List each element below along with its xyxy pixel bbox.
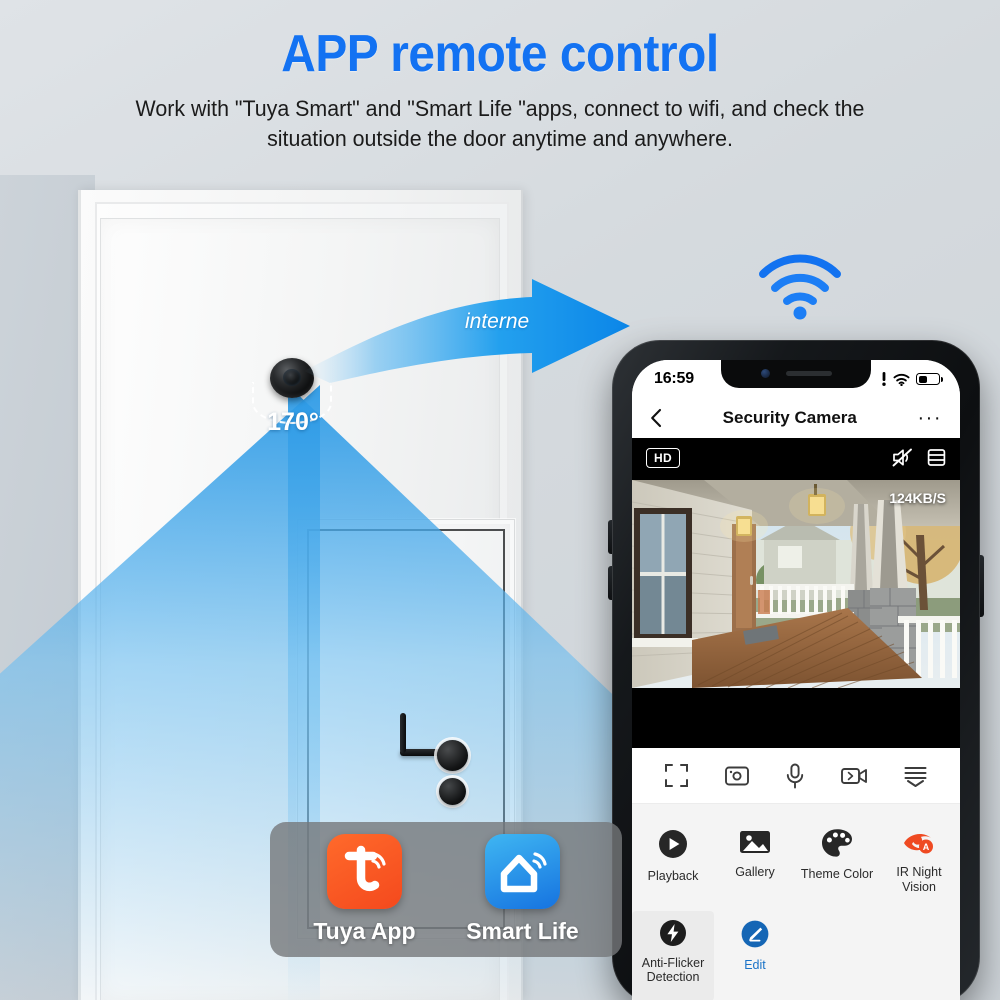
video-control-toolbar: [632, 748, 960, 804]
pencil-edit-icon: [741, 920, 769, 947]
signal-alert-icon: [882, 372, 886, 386]
power-button[interactable]: [980, 555, 984, 617]
more-options-icon[interactable]: ···: [918, 408, 942, 428]
volume-up-button[interactable]: [608, 520, 612, 554]
night-vision-icon: A: [904, 833, 933, 854]
palette-icon: [822, 829, 852, 857]
volume-down-button[interactable]: [608, 566, 612, 600]
deadbolt-lock: [439, 778, 466, 805]
tuya-app-label: Tuya App: [313, 918, 416, 944]
svg-text:A: A: [923, 842, 930, 852]
fullscreen-icon[interactable]: [664, 763, 689, 788]
feature-ir-night-vision[interactable]: A IR Night Vision: [878, 820, 960, 911]
battery-low-icon: [916, 373, 943, 385]
phone-screen: 16:59 Security Camera ··· HD 124KB/S Pla…: [632, 360, 960, 1000]
feature-label: Playback: [647, 869, 699, 883]
page-title: APP remote control: [281, 25, 719, 83]
wifi-icon: [759, 254, 841, 320]
smartphone-mockup: 16:59 Security Camera ··· HD 124KB/S Pla…: [608, 340, 984, 1000]
feature-label: IR Night Vision: [896, 865, 942, 894]
door-handle: [437, 740, 468, 771]
chevron-left-icon[interactable]: [650, 408, 662, 428]
internet-arrow-label: interne: [465, 310, 530, 333]
wifi-icon: [893, 373, 910, 386]
layers-icon[interactable]: [927, 448, 946, 467]
phone-body: 16:59 Security Camera ··· HD 124KB/S Pla…: [608, 340, 984, 1000]
app-logos-badge: Tuya App Smart Life: [270, 822, 622, 957]
page-subtitle: Work with "Tuya Smart" and "Smart Life "…: [135, 96, 865, 151]
feature-edit[interactable]: Edit: [714, 911, 796, 1000]
screenshot-icon[interactable]: [724, 764, 750, 788]
video-feed: [632, 480, 960, 688]
status-indicators: [881, 372, 943, 386]
feature-label: Gallery: [735, 865, 775, 879]
field-of-view-label: 170°: [267, 408, 319, 436]
phone-notch: [721, 360, 871, 388]
earpiece-speaker: [785, 370, 832, 376]
microphone-icon[interactable]: [786, 763, 804, 789]
feature-label: Theme Color: [800, 867, 874, 881]
play-circle-icon: [659, 830, 687, 858]
record-video-icon[interactable]: [840, 765, 868, 787]
feature-label: Edit: [744, 957, 766, 972]
header-banner: APP remote control Work with "Tuya Smart…: [0, 0, 1000, 175]
bitrate-label: 124KB/S: [889, 490, 946, 506]
smart-life-label: Smart Life: [466, 918, 579, 944]
feature-label: Anti-Flicker Detection: [641, 955, 705, 985]
video-player[interactable]: HD 124KB/S: [632, 438, 960, 748]
image-icon: [740, 831, 770, 853]
front-camera-icon: [760, 368, 770, 378]
video-overlay-icons: [892, 448, 946, 467]
feature-empty-2: [878, 911, 960, 1000]
feature-row-1: Playback Gallery Theme Color A IR Night …: [632, 820, 960, 911]
speaker-mute-icon[interactable]: [892, 448, 913, 467]
feature-theme-color[interactable]: Theme Color: [796, 820, 878, 911]
tuya-app-logo-group[interactable]: Tuya App: [313, 834, 416, 945]
tuya-logo-icon: [326, 834, 402, 909]
feature-grid: Playback Gallery Theme Color A IR Night …: [632, 804, 960, 1000]
smart-life-logo-group[interactable]: Smart Life: [466, 834, 579, 945]
lightning-bolt-icon: [660, 919, 686, 946]
status-bar: 16:59: [632, 360, 960, 398]
quality-badge[interactable]: HD: [646, 448, 680, 468]
feature-row-2: Anti-Flicker Detection Edit: [632, 910, 960, 1000]
status-clock: 16:59: [654, 370, 694, 387]
feature-empty-1: [796, 911, 878, 1000]
porch-camera-feed: [632, 480, 960, 688]
page-header-title: Security Camera: [722, 408, 857, 427]
feature-playback[interactable]: Playback: [632, 820, 714, 911]
app-navigation-bar: Security Camera ···: [632, 398, 960, 438]
feature-gallery[interactable]: Gallery: [714, 820, 796, 911]
feature-anti-flicker-detection[interactable]: Anti-Flicker Detection: [632, 910, 714, 1000]
smart-life-logo-icon: [484, 834, 560, 909]
collapse-menu-icon[interactable]: [903, 764, 928, 788]
